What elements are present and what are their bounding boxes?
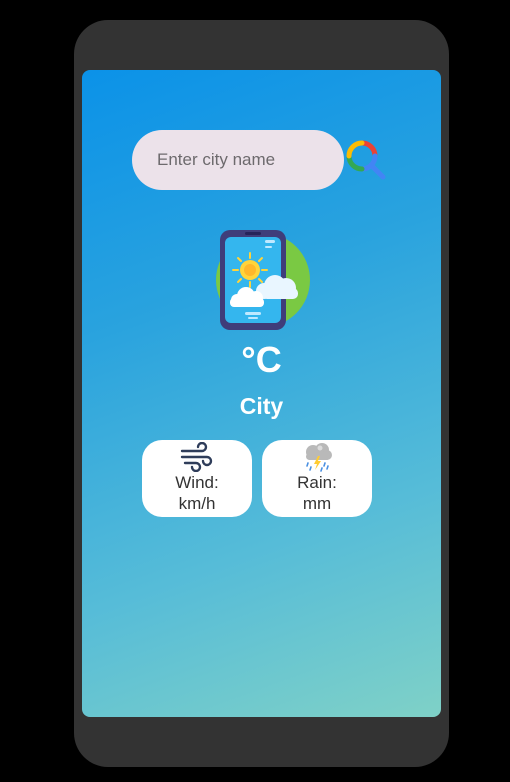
- city-name: City: [239, 393, 284, 419]
- wind-value-row: km/h: [142, 493, 252, 514]
- phone-weather-icon: [216, 230, 310, 330]
- search-button[interactable]: [345, 139, 387, 181]
- phone-notch: [189, 0, 333, 20]
- rain-card: Rain: mm: [262, 440, 372, 517]
- rain-label: Rain:: [297, 473, 337, 492]
- wind-card: Wind: km/h: [142, 440, 252, 517]
- wind-icon: [180, 441, 214, 473]
- rain-cloud-icon: [300, 442, 334, 472]
- rain-unit: mm: [302, 494, 332, 513]
- temperature-display: °C: [82, 338, 441, 382]
- rain-value-row: mm: [262, 493, 372, 514]
- temperature-unit: °C: [241, 339, 282, 380]
- wind-label: Wind:: [175, 473, 219, 492]
- search-icon: [346, 140, 386, 180]
- wind-unit: km/h: [178, 494, 216, 513]
- weather-app-screen: °C City Wind: km/h: [82, 70, 441, 717]
- city-search-input[interactable]: [132, 130, 344, 190]
- weather-condition-icon: [212, 228, 310, 330]
